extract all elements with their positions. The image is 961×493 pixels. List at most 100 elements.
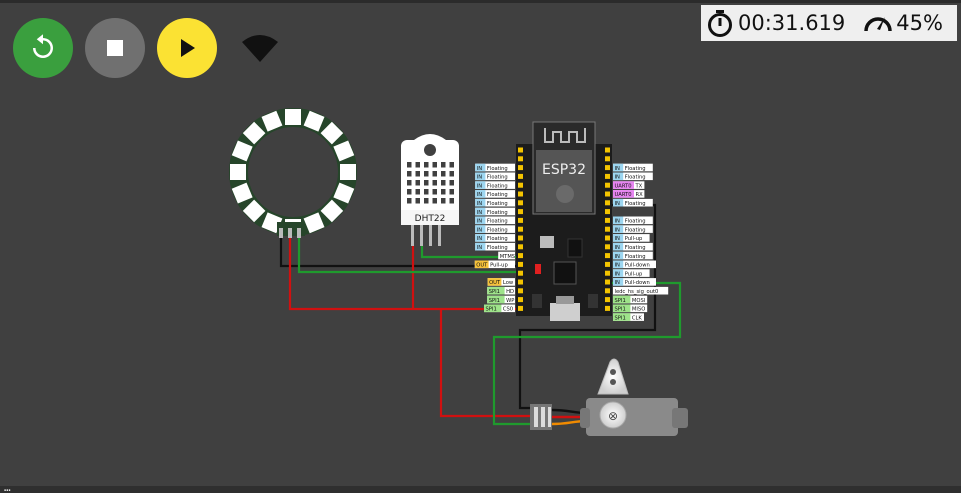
neopixel-led [230, 164, 246, 180]
header-pin[interactable] [605, 279, 610, 285]
header-pin[interactable] [605, 200, 610, 206]
simulation-speed: 45% [896, 11, 943, 35]
pin-state-label: ledc_hs_sig_out0 [613, 286, 669, 295]
header-pin[interactable] [518, 270, 523, 276]
dht22-vent-slot [441, 162, 446, 168]
header-pin[interactable] [518, 235, 523, 241]
play-button[interactable] [157, 18, 217, 78]
pin-state-label: IN Floating [475, 225, 515, 233]
dht22-vent-slot [415, 171, 420, 177]
svg-text:SPI1: SPI1 [489, 298, 500, 304]
header-pin[interactable] [518, 191, 523, 197]
svg-text:IN: IN [615, 271, 621, 277]
header-pin[interactable] [605, 182, 610, 188]
pin-state-label: SPI1 MISO [613, 304, 648, 313]
dht22-vent-slot [449, 180, 454, 186]
svg-text:Pull-up: Pull-up [490, 263, 508, 269]
esp32-board[interactable]: ESP32 IN Floating IN Floating IN Floating IN Fl… [474, 121, 669, 321]
header-pin[interactable] [605, 305, 610, 311]
pin-state-label: IN Pull-up [613, 234, 650, 242]
svg-text:Floating: Floating [625, 166, 646, 172]
pin-state-label: OUT Pull-up [474, 260, 515, 269]
header-pin[interactable] [605, 297, 610, 303]
pin-state-label: SPI1 WP [487, 295, 515, 304]
header-pin[interactable] [518, 217, 523, 223]
header-pin[interactable] [518, 226, 523, 232]
header-pin[interactable] [605, 253, 610, 259]
stop-icon [107, 40, 123, 56]
svg-text:IN: IN [615, 263, 621, 269]
pin-state-label: IN Floating [475, 181, 515, 189]
header-pin[interactable] [518, 305, 523, 311]
svg-text:OUT: OUT [476, 263, 488, 269]
header-pin[interactable] [605, 156, 610, 162]
header-pin[interactable] [518, 253, 523, 259]
dht22-vent-slot [432, 171, 437, 177]
pin-state-label: SPI1 CS0 [484, 304, 515, 313]
header-pin[interactable] [518, 165, 523, 171]
svg-text:Pull-up: Pull-up [625, 271, 643, 277]
pin-state-label: IN Pull-up [613, 269, 650, 277]
svg-text:Floating: Floating [487, 201, 508, 207]
wire-vcc-servo[interactable] [439, 309, 530, 418]
header-pin[interactable] [605, 235, 610, 241]
dht22-vent-slot [441, 180, 446, 186]
pin-state-label: OUT Low [487, 278, 515, 286]
svg-text:Floating: Floating [625, 254, 646, 260]
header-pin[interactable] [518, 200, 523, 206]
header-pin[interactable] [605, 226, 610, 232]
svg-text:IN: IN [477, 201, 483, 207]
header-pin[interactable] [605, 209, 610, 215]
header-pin[interactable] [518, 209, 523, 215]
header-pin[interactable] [605, 270, 610, 276]
svg-text:IN: IN [615, 219, 621, 225]
header-pin[interactable] [518, 261, 523, 267]
neopixel-led [340, 164, 356, 180]
dht22-vent-slot [441, 189, 446, 195]
neopixel-led [285, 109, 301, 125]
servo-motor[interactable]: ⊗ [530, 358, 688, 436]
pin-state-label: IN Floating [613, 242, 653, 251]
svg-text:IN: IN [477, 236, 483, 242]
pin-state-label: IN Pull-down [613, 278, 656, 286]
svg-text:Pull-down: Pull-down [625, 280, 650, 286]
svg-text:SPI1: SPI1 [486, 307, 497, 313]
dht22-sensor[interactable]: DHT22 [401, 134, 459, 246]
pin-state-label: SPI1 MOSI [613, 295, 648, 304]
header-pin[interactable] [518, 182, 523, 188]
header-pin[interactable] [605, 147, 610, 153]
pin-state-label: IN Floating [613, 251, 653, 260]
header-pin[interactable] [518, 156, 523, 162]
svg-text:CS0: CS0 [503, 307, 513, 313]
header-pin[interactable] [518, 279, 523, 285]
dht22-vent-slot [407, 171, 412, 177]
header-pin[interactable] [605, 244, 610, 250]
svg-text:CLK: CLK [632, 315, 643, 321]
header-pin[interactable] [518, 297, 523, 303]
header-pin[interactable] [518, 147, 523, 153]
header-pin[interactable] [605, 261, 610, 267]
stop-button[interactable] [85, 18, 145, 78]
dht22-vent-slot [407, 189, 412, 195]
header-pin[interactable] [605, 165, 610, 171]
svg-text:IN: IN [477, 183, 483, 189]
dht22-vent-slot [441, 198, 446, 204]
pin-state-label: IN Floating [613, 225, 653, 233]
svg-text:IN: IN [477, 166, 483, 172]
header-pin[interactable] [605, 173, 610, 179]
dht22-vent-slot [432, 198, 437, 204]
restart-button[interactable] [13, 18, 73, 78]
header-pin[interactable] [518, 244, 523, 250]
header-pin[interactable] [605, 191, 610, 197]
dht22-vent-slot [424, 189, 429, 195]
pin-state-label: IN Floating [475, 207, 515, 216]
header-pin[interactable] [518, 288, 523, 294]
header-pin[interactable] [605, 217, 610, 223]
simulation-time: 00:31.619 [738, 11, 846, 35]
neopixel-ring[interactable] [229, 108, 357, 238]
svg-text:Floating: Floating [487, 210, 508, 216]
dht22-vent-slot [415, 189, 420, 195]
header-pin[interactable] [518, 173, 523, 179]
dht22-vent-slot [432, 162, 437, 168]
header-pin[interactable] [605, 288, 610, 294]
